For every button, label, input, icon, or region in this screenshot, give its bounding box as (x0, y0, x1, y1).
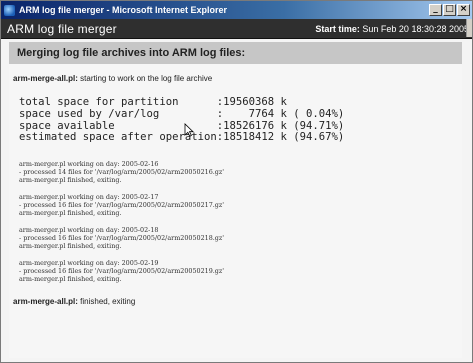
log-block-day: arm-merger.pl working on day: 2005-02-18… (19, 226, 462, 250)
app-header: ARM log file merger Start time: Sun Feb … (1, 19, 472, 39)
status-script-name: arm-merge-all.pl: (13, 74, 78, 83)
internet-explorer-icon (4, 4, 15, 16)
maximize-button[interactable]: □ (443, 4, 456, 16)
page-title: ARM log file merger (7, 21, 117, 36)
log-line: arm-merger.pl finished, exiting. (19, 242, 122, 251)
log-line: arm-merger.pl working on day: 2005-02-18 (19, 226, 159, 235)
browser-window: ARM log file merger - Microsoft Internet… (0, 0, 473, 363)
log-line: arm-merger.pl working on day: 2005-02-16 (19, 160, 159, 169)
mouse-pointer-icon (184, 123, 194, 137)
window-controls: _ □ × (429, 4, 470, 16)
merge-log: arm-merger.pl working on day: 2005-02-16… (19, 160, 462, 283)
minimize-button[interactable]: _ (429, 4, 442, 16)
space-row-estimated: estimated space after operation:18518412… (19, 131, 345, 144)
log-line: arm-merger.pl finished, exiting. (19, 275, 122, 284)
window-title: ARM log file merger - Microsoft Internet… (19, 5, 228, 15)
status-message: starting to work on the log file archive (80, 74, 213, 83)
log-line: arm-merger.pl working on day: 2005-02-17 (19, 193, 159, 202)
status-line: arm-merge-all.pl: starting to work on th… (9, 74, 462, 83)
log-line: - processed 16 files for '/var/log/arm/2… (19, 201, 225, 210)
log-line: - processed 16 files for '/var/log/arm/2… (19, 267, 225, 276)
space-report: total space for partition :19560368 k sp… (19, 96, 462, 144)
log-block-day: arm-merger.pl working on day: 2005-02-17… (19, 193, 462, 217)
log-line: - processed 14 files for '/var/log/arm/2… (19, 168, 225, 177)
space-row-used: space used by /var/log : 7764 k ( 0.04%) (19, 107, 345, 120)
footer-message: finished, exiting (80, 297, 136, 307)
start-time: Start time: Sun Feb 20 18:30:28 2005 (315, 24, 469, 34)
footer-script-name: arm-merge-all.pl: (13, 297, 78, 307)
log-block-day: arm-merger.pl working on day: 2005-02-19… (19, 259, 462, 283)
main-content: Merging log file archives into ARM log f… (9, 42, 462, 358)
log-block-day: arm-merger.pl working on day: 2005-02-16… (19, 160, 462, 184)
log-line: arm-merger.pl finished, exiting. (19, 209, 122, 218)
section-title: Merging log file archives into ARM log f… (9, 42, 462, 64)
start-time-label: Start time: (315, 23, 360, 34)
start-time-value: Sun Feb 20 18:30:28 2005 (362, 23, 469, 34)
close-button[interactable]: × (457, 4, 470, 16)
log-line: - processed 16 files for '/var/log/arm/2… (19, 234, 225, 243)
completion-line: arm-merge-all.pl: finished, exiting (9, 297, 462, 306)
log-line: arm-merger.pl working on day: 2005-02-19 (19, 259, 159, 268)
vertical-scrollbar[interactable] (466, 19, 472, 37)
log-line: arm-merger.pl finished, exiting. (19, 176, 122, 185)
window-titlebar[interactable]: ARM log file merger - Microsoft Internet… (1, 1, 472, 19)
